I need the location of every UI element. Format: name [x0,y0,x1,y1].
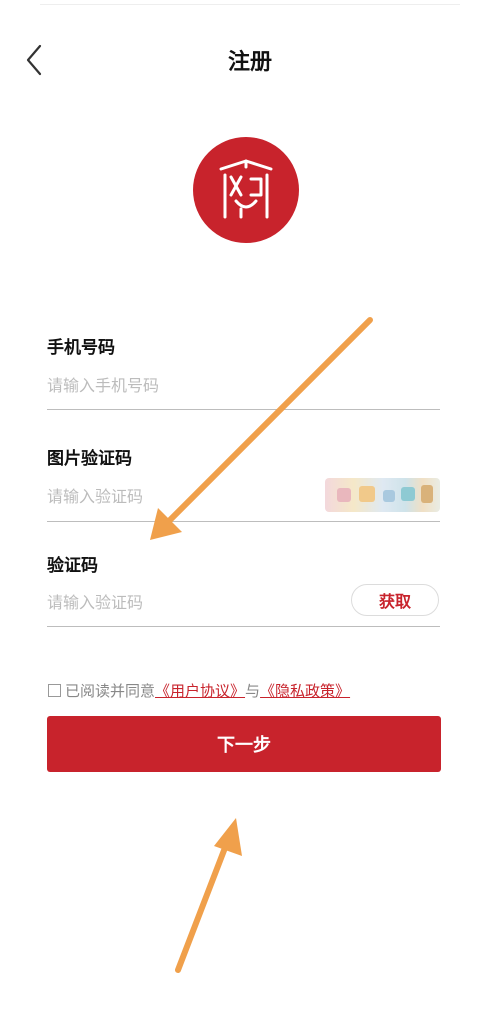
agreement-checkbox[interactable] [48,684,61,697]
page-title: 注册 [227,50,272,75]
image-code-input[interactable] [47,480,317,512]
privacy-policy-link[interactable]: 《隐私政策》 [260,680,350,701]
sms-code-label: 验证码 [47,556,98,576]
user-agreement-link[interactable]: 《用户协议》 [155,680,245,701]
agreement-conj: 与 [245,682,261,700]
sms-code-input[interactable] [47,586,337,618]
annotation-arrow-lower [175,818,242,973]
image-code-label: 图片验证码 [47,449,132,469]
captcha-image[interactable] [325,478,440,512]
phone-input[interactable] [47,369,440,401]
get-code-button[interactable]: 获取 [351,584,439,616]
agreement-prefix: 已阅读并同意 [65,682,156,700]
sms-code-underline [47,626,440,627]
status-bar-divider [40,0,460,5]
next-step-button[interactable]: 下一步 [47,716,441,772]
agreement-row: 已阅读并同意 《用户协议》 与 《隐私政策》 [48,680,350,701]
phone-label: 手机号码 [47,338,115,358]
seal-logo-icon [219,159,273,219]
app-logo [193,137,299,243]
phone-underline [47,409,440,410]
image-code-underline [47,521,440,522]
